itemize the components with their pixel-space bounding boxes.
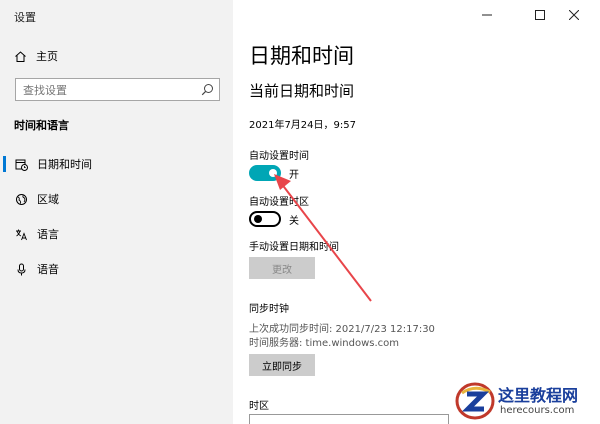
watermark: 这里教程网 herecours.com xyxy=(440,376,600,424)
sidebar-item-label: 语言 xyxy=(37,228,59,241)
sidebar-item-date-time[interactable]: 日期和时间 xyxy=(0,152,233,176)
sidebar-section-title: 时间和语言 xyxy=(14,119,69,132)
sidebar: 设置 主页 时间和语言 日期和时间 xyxy=(0,0,233,424)
home-label: 主页 xyxy=(36,50,58,63)
manual-datetime-label: 手动设置日期和时间 xyxy=(249,242,339,253)
auto-timezone-toggle[interactable] xyxy=(249,211,281,227)
toggle-knob xyxy=(269,169,277,177)
auto-time-toggle[interactable] xyxy=(249,165,281,181)
sidebar-item-region[interactable]: 区域 xyxy=(0,187,233,211)
sidebar-item-label: 日期和时间 xyxy=(37,158,92,171)
close-icon xyxy=(569,10,579,20)
globe-icon xyxy=(14,192,28,206)
last-sync-text: 上次成功同步时间: 2021/7/23 12:17:30 xyxy=(249,324,435,335)
microphone-icon xyxy=(14,262,28,276)
sync-now-button[interactable]: 立即同步 xyxy=(249,354,315,376)
maximize-icon xyxy=(535,10,545,20)
minimize-icon xyxy=(482,14,492,16)
sync-title: 同步时钟 xyxy=(249,304,289,315)
home-icon xyxy=(15,50,26,62)
sidebar-item-language[interactable]: 语言 xyxy=(0,222,233,246)
sidebar-item-speech[interactable]: 语音 xyxy=(0,257,233,281)
change-button[interactable]: 更改 xyxy=(249,257,315,279)
sidebar-home[interactable]: 主页 xyxy=(14,48,58,64)
sidebar-item-label: 语音 xyxy=(37,263,59,276)
search-input[interactable] xyxy=(16,80,193,101)
sidebar-item-label: 区域 xyxy=(37,193,59,206)
search-icon[interactable] xyxy=(201,83,214,96)
toggle-knob xyxy=(254,215,262,223)
watermark-logo xyxy=(455,382,495,420)
maximize-button[interactable] xyxy=(524,2,556,28)
close-button[interactable] xyxy=(558,2,590,28)
current-datetime: 2021年7月24日，9:57 xyxy=(249,120,356,131)
settings-window: 设置 主页 时间和语言 日期和时间 xyxy=(0,0,600,424)
language-icon xyxy=(14,227,28,241)
auto-timezone-label: 自动设置时区 xyxy=(249,197,309,208)
calendar-clock-icon xyxy=(14,157,28,171)
window-title: 设置 xyxy=(14,11,36,24)
auto-time-label: 自动设置时间 xyxy=(249,151,309,162)
minimize-button[interactable] xyxy=(471,2,503,28)
watermark-text: 这里教程网 xyxy=(498,386,579,405)
section-title-current: 当前日期和时间 xyxy=(249,82,355,100)
search-box[interactable] xyxy=(15,78,220,101)
timezone-dropdown[interactable] xyxy=(249,414,449,424)
auto-timezone-state: 关 xyxy=(289,216,299,227)
page-title: 日期和时间 xyxy=(249,44,354,68)
time-server-text: 时间服务器: time.windows.com xyxy=(249,338,400,349)
watermark-url: herecours.com xyxy=(500,405,575,416)
timezone-title: 时区 xyxy=(249,401,269,412)
auto-time-state: 开 xyxy=(289,170,299,181)
